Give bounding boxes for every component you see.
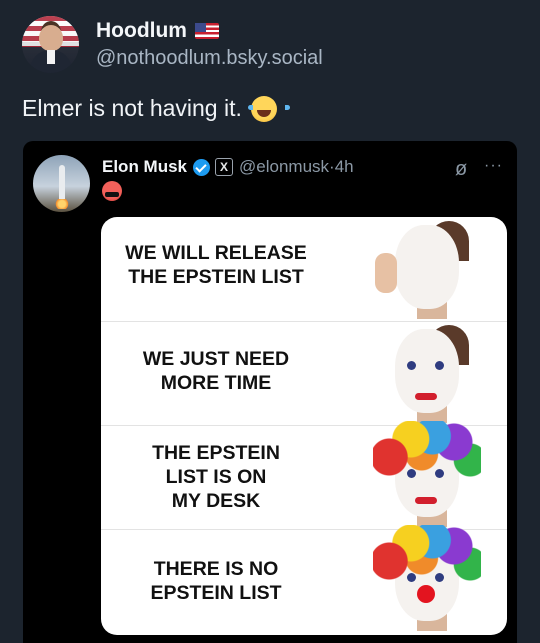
hand xyxy=(375,253,397,293)
rocket-icon xyxy=(59,165,65,203)
laughing-tears-icon xyxy=(247,95,290,122)
left-eye xyxy=(407,573,416,582)
tweet-author-handle[interactable]: @elonmusk xyxy=(239,157,329,177)
avatar-collar xyxy=(47,50,55,64)
post-body: Elmer is not having it. xyxy=(22,95,242,121)
author-display-name[interactable]: Hoodlum xyxy=(96,19,187,43)
full-clown-illustration xyxy=(367,525,487,631)
left-eye xyxy=(407,361,416,370)
white-face-paint-illustration xyxy=(367,219,487,319)
tweet-author-avatar[interactable] xyxy=(33,155,90,212)
verified-badge-icon xyxy=(193,158,211,176)
tweet-time: 4h xyxy=(334,157,354,176)
x-logo-icon: X xyxy=(215,158,234,176)
meme-panel-3: THE EPSTEIN LIST IS ON MY DESK xyxy=(101,421,507,530)
right-eye xyxy=(435,573,444,582)
meme-panel-2-text: WE JUST NEED MORE TIME xyxy=(142,348,290,394)
embedded-tweet[interactable]: Elon Musk X @elonmusk · 4h ø ··· WE WILL… xyxy=(23,141,517,643)
more-options-icon[interactable]: ··· xyxy=(484,157,503,175)
meme-panel-4: THERE IS NO EPSTEIN LIST xyxy=(101,525,507,635)
right-eye xyxy=(435,469,444,478)
enraged-face-icon xyxy=(102,181,122,201)
us-flag-icon xyxy=(194,23,219,39)
author-handle[interactable]: @nothoodlum.bsky.social xyxy=(96,47,323,70)
meme-panel-4-text: THERE IS NO EPSTEIN LIST xyxy=(150,558,282,604)
meme-panel-3-text: THE EPSTEIN LIST IS ON MY DESK xyxy=(152,442,280,512)
grok-icon[interactable]: ø xyxy=(455,159,473,179)
rainbow-wig xyxy=(373,525,481,585)
face xyxy=(395,329,459,413)
post-header: Hoodlum @nothoodlum.bsky.social xyxy=(22,16,323,73)
red-clown-nose xyxy=(417,585,435,603)
clown-meme-image[interactable]: WE WILL RELEASE THE EPSTEIN LIST WE JUST… xyxy=(101,217,507,635)
red-lips xyxy=(415,393,437,400)
right-eye xyxy=(435,361,444,370)
left-eye xyxy=(407,469,416,478)
face xyxy=(395,225,459,309)
meme-panel-2: WE JUST NEED MORE TIME xyxy=(101,321,507,426)
rainbow-wig xyxy=(373,421,481,481)
red-lips xyxy=(415,497,437,504)
clown-wig-illustration xyxy=(367,421,487,527)
tweet-header: Elon Musk X @elonmusk · 4h xyxy=(102,157,354,177)
clown-makeup-illustration xyxy=(367,323,487,423)
post-text: Elmer is not having it. xyxy=(22,95,290,122)
display-name-row: Hoodlum xyxy=(96,19,323,43)
bluesky-post: Hoodlum @nothoodlum.bsky.social Elmer is… xyxy=(0,0,540,643)
author-avatar[interactable] xyxy=(22,16,79,73)
tweet-author-name[interactable]: Elon Musk xyxy=(102,157,187,177)
meme-panel-1-text: WE WILL RELEASE THE EPSTEIN LIST xyxy=(125,242,307,288)
author-names: Hoodlum @nothoodlum.bsky.social xyxy=(96,19,323,70)
meme-panel-1: WE WILL RELEASE THE EPSTEIN LIST xyxy=(101,217,507,322)
rocket-flame xyxy=(55,199,69,209)
